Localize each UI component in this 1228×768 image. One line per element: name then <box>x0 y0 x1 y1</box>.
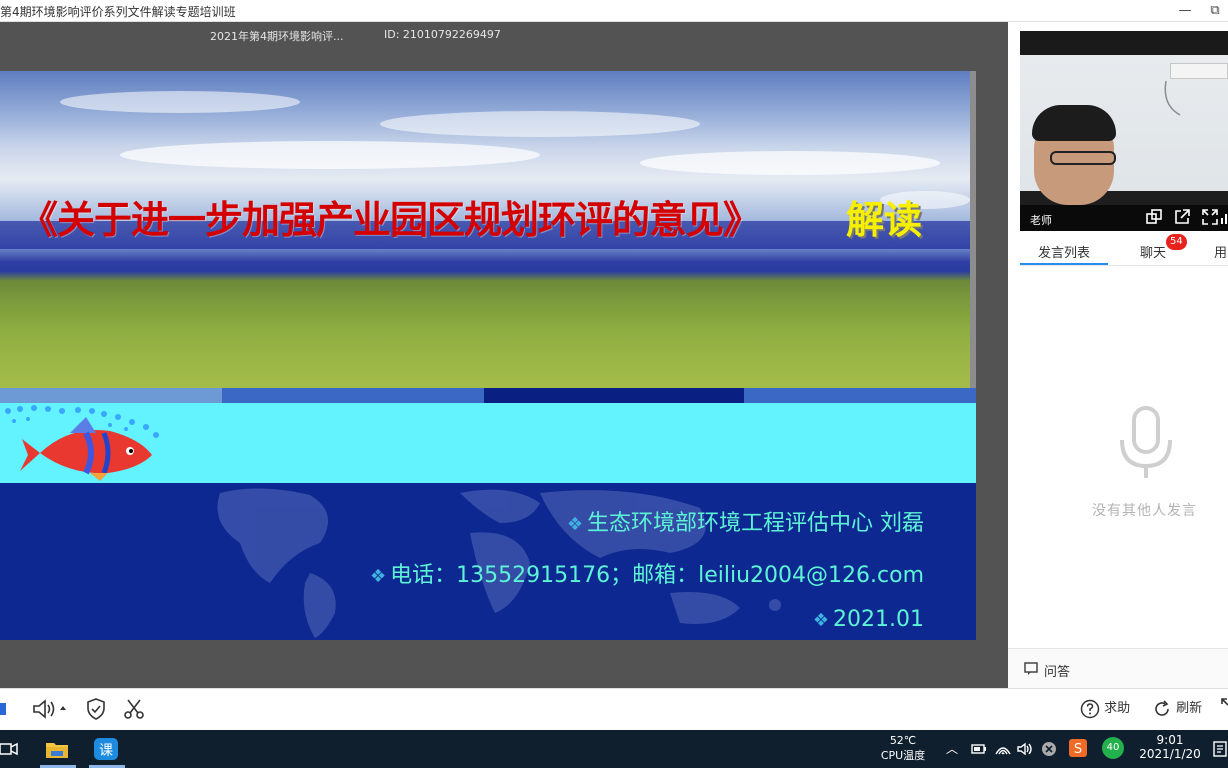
battery-icon[interactable] <box>970 740 988 758</box>
fish-icon <box>5 405 159 481</box>
control-toolbar: 求助 刷新 <box>0 688 1228 730</box>
slide-date-line: ❖ 2021.01 <box>813 607 924 632</box>
active-tab-indicator <box>1020 263 1108 265</box>
fullscreen-icon[interactable] <box>1200 208 1220 228</box>
window-title-bar: 第4期环境影响评价系列文件解读专题培训班 — ⧉ <box>0 0 1228 22</box>
tab-speaker-list[interactable]: 发言列表 <box>1038 242 1090 261</box>
help-icon <box>1080 699 1100 718</box>
speaker-icon <box>33 699 66 719</box>
close-circle-icon[interactable] <box>1040 740 1058 758</box>
cpu-temperature-widget[interactable]: 52℃ CPU温度 <box>876 734 930 763</box>
expand-icon <box>1221 698 1228 706</box>
right-panel: 老师 发言列表 聊天 54 用 没有其他人发言 问答 <box>1008 22 1228 688</box>
shared-slide: 《关于进一步加强产业园区规划环评的意见》 解读 ❖ 生态环境部环境工程评估中心 … <box>0 71 976 640</box>
shield-check-button[interactable] <box>84 697 108 721</box>
help-button[interactable]: 求助 <box>1080 697 1130 721</box>
slide-contact-line: ❖ 电话：13552915176；邮箱：leiliu2004@126.com <box>370 557 924 589</box>
toolbar-edge-icon[interactable] <box>0 697 8 721</box>
bullet-icon: ❖ <box>812 610 830 631</box>
notification-icon[interactable] <box>1212 740 1228 758</box>
bullet-icon: ❖ <box>370 566 387 587</box>
expand-button[interactable] <box>1220 697 1228 721</box>
video-camera-icon[interactable] <box>0 734 18 764</box>
clock[interactable]: 9:01 2021/1/20 <box>1138 733 1202 761</box>
classroom-app-icon[interactable]: 课 <box>91 734 121 764</box>
bullet-icon: ❖ <box>566 514 583 535</box>
tab-users[interactable]: 用 <box>1214 242 1227 261</box>
refresh-button[interactable]: 刷新 <box>1152 697 1202 721</box>
restore-button[interactable]: ⧉ <box>1202 1 1228 21</box>
open-external-icon[interactable] <box>1172 208 1192 228</box>
signal-icon <box>1220 208 1228 228</box>
qa-icon <box>1024 662 1038 675</box>
minimize-button[interactable]: — <box>1172 1 1198 21</box>
screenshot-button[interactable] <box>122 697 146 721</box>
qa-bar[interactable]: 问答 <box>1008 648 1228 688</box>
cpu-temperature-label: CPU温度 <box>880 749 926 762</box>
tray-chevron-up-icon[interactable]: ︿ <box>946 740 958 757</box>
file-explorer-icon[interactable] <box>42 734 72 764</box>
cpu-temperature-value: 52℃ <box>889 734 917 747</box>
clock-time: 9:01 <box>1156 733 1184 747</box>
volume-button[interactable] <box>32 697 68 721</box>
svg-text:课: 课 <box>99 743 113 759</box>
performance-badge[interactable]: 40 <box>1102 737 1124 759</box>
sogou-input-icon[interactable]: S <box>1068 738 1088 758</box>
refresh-label: 刷新 <box>1176 701 1203 716</box>
slide-author-line: ❖ 生态环境部环境工程评估中心 刘磊 <box>567 505 924 537</box>
video-name-label: 老师 <box>1030 214 1052 227</box>
svg-text:S: S <box>1074 742 1082 757</box>
date-text: 2021.01 <box>833 607 924 632</box>
author-text: 生态环境部环境工程评估中心 刘磊 <box>587 511 924 536</box>
wifi-icon[interactable] <box>994 740 1012 758</box>
teacher-video[interactable]: 老师 <box>1020 31 1228 231</box>
meeting-info: 2021年第4期环境影响评... ID: 21010792269497 <box>0 28 1008 44</box>
qa-label: 问答 <box>1044 665 1071 680</box>
window-title: 第4期环境影响评价系列文件解读专题培训班 <box>0 5 236 19</box>
slide-title: 《关于进一步加强产业园区规划环评的意见》 <box>20 197 761 242</box>
contact-text: 电话：13552915176；邮箱：leiliu2004@126.com <box>390 563 924 588</box>
shield-icon <box>87 698 105 720</box>
tab-chat[interactable]: 聊天 <box>1140 242 1166 261</box>
slide-segment-bar <box>0 388 976 403</box>
meeting-id: ID: 21010792269497 <box>384 28 501 41</box>
clock-date: 2021/1/20 <box>1139 747 1201 761</box>
microphone-icon <box>1120 406 1172 478</box>
slide-title-highlight: 解读 <box>846 197 923 242</box>
scissors-icon <box>124 699 144 719</box>
air-conditioner <box>1170 63 1228 79</box>
chat-unread-badge: 54 <box>1166 234 1187 250</box>
empty-speaker-message: 没有其他人发言 <box>1092 503 1197 519</box>
windows-taskbar: 课 52℃ CPU温度 ︿ S 40 9:01 2021/1/20 <box>0 730 1228 768</box>
video-control-bar: 老师 <box>1020 205 1228 231</box>
help-label: 求助 <box>1104 701 1131 716</box>
popout-layout-icon[interactable] <box>1144 208 1164 228</box>
panel-tabs: 发言列表 聊天 54 用 <box>1020 234 1228 266</box>
presentation-stage: 2021年第4期环境影响评... ID: 21010792269497 《关于进… <box>0 22 1008 688</box>
volume-tray-icon[interactable] <box>1016 740 1034 758</box>
refresh-icon <box>1155 699 1169 716</box>
slide-info-band: ❖ 生态环境部环境工程评估中心 刘磊 ❖ 电话：13552915176；邮箱：lei… <box>0 483 976 640</box>
meeting-name: 2021年第4期环境影响评... <box>210 30 344 43</box>
